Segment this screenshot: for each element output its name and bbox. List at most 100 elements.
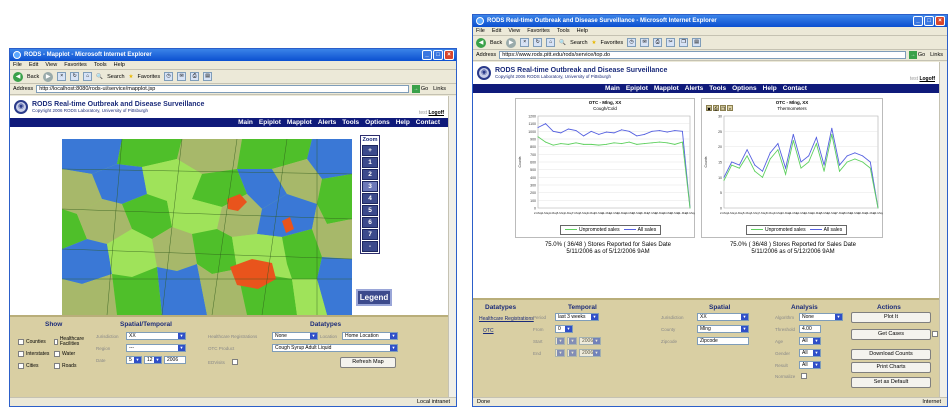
menu-file[interactable]: File <box>476 27 485 35</box>
back-label[interactable]: Back <box>490 40 502 46</box>
zoom-icon[interactable]: ⌕ <box>727 105 733 111</box>
start-day-select[interactable] <box>567 337 577 345</box>
checkbox-box[interactable] <box>18 351 24 357</box>
close-icon[interactable]: × <box>935 16 945 26</box>
minimize-icon[interactable]: _ <box>422 50 432 60</box>
nav-help[interactable]: Help <box>763 84 777 93</box>
history-icon[interactable]: ◷ <box>627 38 637 47</box>
menu-help[interactable]: Help <box>114 61 125 69</box>
address-input[interactable]: http://localhost:8080/rods-ui/service/ma… <box>36 85 409 93</box>
location-select[interactable]: Home Location <box>342 332 398 340</box>
save-icon[interactable]: ▣ <box>706 105 712 111</box>
zoom-level-1-button[interactable]: 1 <box>362 157 378 168</box>
maximize-icon[interactable]: □ <box>924 16 934 26</box>
region-select[interactable]: --- <box>126 344 186 352</box>
copy-icon[interactable]: ❐ <box>720 105 726 111</box>
print-icon[interactable]: ⎙ <box>713 105 719 111</box>
nav-options[interactable]: Options <box>365 118 390 127</box>
jurisdiction-select[interactable]: XX <box>697 313 749 321</box>
checkbox-box[interactable] <box>54 363 60 369</box>
nav-epiplot[interactable]: Epiplot <box>626 84 648 93</box>
checkbox-box[interactable] <box>54 339 58 345</box>
water-checkbox[interactable]: Water <box>54 351 75 357</box>
get-cases-button[interactable]: Get Cases <box>851 329 931 340</box>
chart-svg[interactable]: 0510152025302-May 3-May 4-May 5-May 6-May 7-M… <box>702 112 884 224</box>
normalize-checkbox[interactable] <box>801 373 807 379</box>
menu-help[interactable]: Help <box>577 27 588 35</box>
checkbox-box[interactable] <box>232 359 238 365</box>
links-label[interactable]: Links <box>433 86 456 92</box>
algorithm-select[interactable]: None <box>799 313 843 321</box>
plot-it-button[interactable]: Plot It <box>851 312 931 323</box>
minimize-icon[interactable]: _ <box>913 16 923 26</box>
checkbox-box[interactable] <box>18 339 24 345</box>
search-label[interactable]: Search <box>570 40 587 46</box>
history-icon[interactable]: ◷ <box>164 72 174 81</box>
end-day-select[interactable] <box>567 349 577 357</box>
favorites-label[interactable]: Favorites <box>137 74 160 80</box>
mail-icon[interactable]: ✉ <box>177 72 187 81</box>
nav-main[interactable]: Main <box>605 84 620 93</box>
go-button[interactable]: → Go <box>411 85 430 93</box>
county-map[interactable] <box>62 139 352 315</box>
get-cases-checkbox[interactable] <box>932 331 938 337</box>
nav-tools[interactable]: Tools <box>709 84 726 93</box>
menu-favorites[interactable]: Favorites <box>527 27 550 35</box>
refresh-icon[interactable]: ↻ <box>533 38 543 47</box>
stop-icon[interactable]: × <box>520 38 530 47</box>
start-year-select[interactable]: 2006 <box>579 337 601 345</box>
search-icon[interactable]: 🔍 <box>559 40 566 46</box>
download-counts-button[interactable]: Download Counts <box>851 349 931 360</box>
nav-epiplot[interactable]: Epiplot <box>259 118 281 127</box>
nav-tools[interactable]: Tools <box>342 118 359 127</box>
zoom-level-4-button[interactable]: 4 <box>362 193 378 204</box>
roads-checkbox[interactable]: Roads <box>54 363 76 369</box>
menu-edit[interactable]: Edit <box>492 27 501 35</box>
nav-mapplot[interactable]: Mapplot <box>287 118 312 127</box>
forward-icon[interactable]: ▶ <box>506 37 517 48</box>
favorites-star-icon[interactable]: ★ <box>129 74 134 80</box>
otc-product-select[interactable]: Cough Syrup Adult Liquid <box>272 344 398 352</box>
home-icon[interactable]: ⌂ <box>546 38 556 47</box>
go-button[interactable]: → Go <box>908 51 927 59</box>
nav-main[interactable]: Main <box>238 118 253 127</box>
nav-contact[interactable]: Contact <box>416 118 440 127</box>
start-month-select[interactable] <box>555 337 565 345</box>
healthcare-facilities-checkbox[interactable]: Healthcare Facilities <box>54 337 84 347</box>
age-select[interactable]: All <box>799 337 821 345</box>
close-icon[interactable]: × <box>444 50 454 60</box>
zoom-level-7-button[interactable]: 7 <box>362 229 378 240</box>
day-select[interactable]: 12 <box>144 356 162 364</box>
menu-tools[interactable]: Tools <box>94 61 107 69</box>
zipcode-input[interactable]: Zipcode <box>697 337 749 345</box>
threshold-input[interactable]: 4.00 <box>799 325 821 333</box>
healthcare-registrations-link[interactable]: Healthcare Registrations <box>479 316 534 322</box>
menu-edit[interactable]: Edit <box>29 61 38 69</box>
back-icon[interactable]: ◀ <box>476 37 486 48</box>
checkbox-box[interactable] <box>54 351 60 357</box>
folder-icon[interactable]: ▤ <box>203 72 213 81</box>
nav-mapplot[interactable]: Mapplot <box>654 84 679 93</box>
ed-visits-checkbox[interactable] <box>232 359 238 365</box>
back-label[interactable]: Back <box>27 74 39 80</box>
legend-button[interactable]: Legend <box>356 289 392 306</box>
end-year-select[interactable]: 2006 <box>579 349 601 357</box>
nav-help[interactable]: Help <box>396 118 410 127</box>
paste-icon[interactable]: ▤ <box>692 38 702 47</box>
end-month-select[interactable] <box>555 349 565 357</box>
from-select[interactable]: 0 <box>555 325 573 333</box>
menu-view[interactable]: View <box>45 61 57 69</box>
nav-contact[interactable]: Contact <box>783 84 807 93</box>
left-vertical-scrollbar[interactable] <box>448 96 456 399</box>
menu-tools[interactable]: Tools <box>557 27 570 35</box>
county-select[interactable]: Mlng <box>697 325 749 333</box>
copy-icon[interactable]: ❐ <box>679 38 689 47</box>
stop-icon[interactable]: × <box>57 72 67 81</box>
favorites-star-icon[interactable]: ★ <box>592 40 597 46</box>
zoom-level-3-button[interactable]: 3 <box>362 181 378 192</box>
menu-view[interactable]: View <box>508 27 520 35</box>
result-select[interactable]: All <box>799 361 821 369</box>
nav-options[interactable]: Options <box>732 84 757 93</box>
chart-svg[interactable]: 0 100 200 300 400 500 600 700 800 900 1000 1100 1200… <box>516 112 696 224</box>
checkbox-box[interactable] <box>801 373 807 379</box>
